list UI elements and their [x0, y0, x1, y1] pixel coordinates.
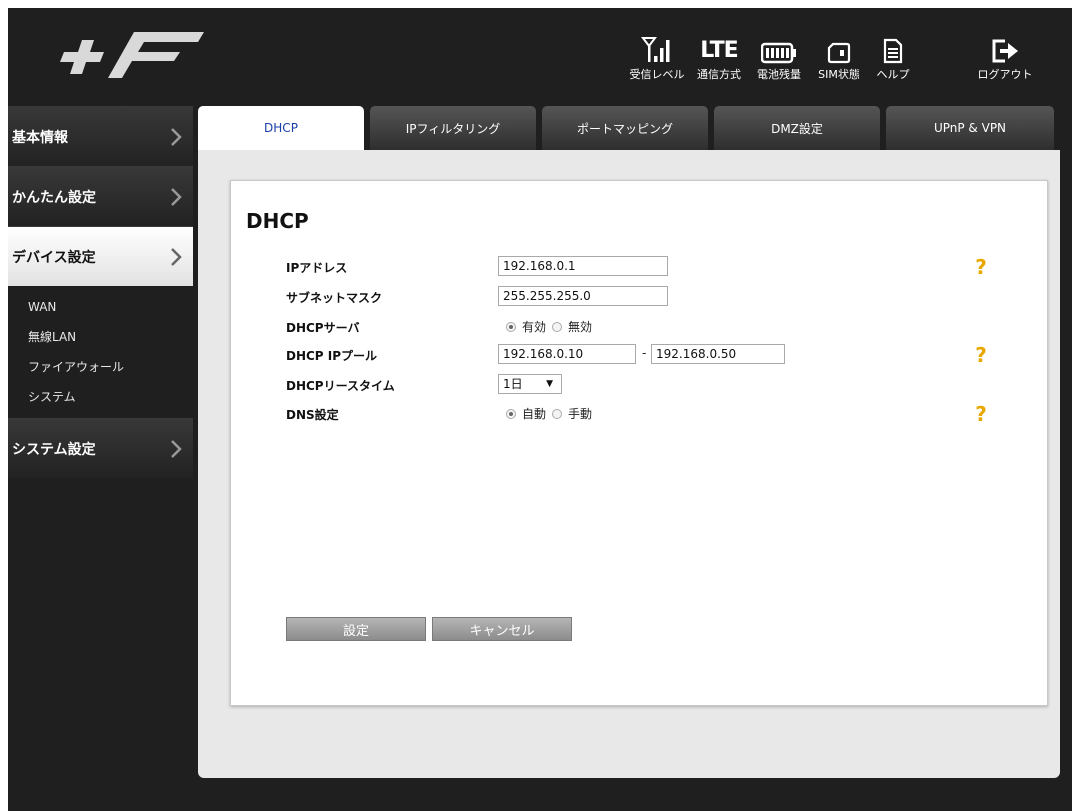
chevron-right-icon — [171, 188, 182, 206]
tab-ip-filtering[interactable]: IPフィルタリング — [370, 106, 536, 150]
signal-label: 受信レベル — [629, 68, 685, 81]
submenu-item-wan[interactable]: WAN — [28, 292, 193, 322]
chevron-right-icon — [171, 440, 182, 458]
dhcp-disabled-radio[interactable] — [552, 321, 563, 332]
dns-manual-radio[interactable] — [552, 408, 563, 419]
header: 受信レベル LTE 通信方式 電池残量 SIM状態 ヘルプ ログアウト — [8, 8, 1072, 106]
dns-manual-label: 手動 — [568, 407, 593, 421]
dns-settings-label: DNS設定 — [286, 408, 339, 422]
submenu-item-wireless-lan[interactable]: 無線LAN — [28, 322, 193, 352]
sidebar-item-easy-setup[interactable]: かんたん設定 — [8, 166, 193, 226]
chevron-right-icon — [171, 128, 182, 146]
tab-dmz[interactable]: DMZ設定 — [714, 106, 880, 150]
signal-icon — [641, 37, 670, 62]
dhcp-pool-end-input[interactable]: 192.168.0.50 — [651, 344, 785, 364]
dns-radio-group: 自動 手動 — [506, 405, 592, 422]
logout-label: ログアウト — [977, 68, 1033, 81]
main-panel: DHCP IPフィルタリング ポートマッピング DMZ設定 UPnP & VPN… — [198, 106, 1060, 778]
help-icon[interactable]: ? — [971, 403, 991, 425]
app-frame: 受信レベル LTE 通信方式 電池残量 SIM状態 ヘルプ ログアウト 基本情報… — [8, 8, 1072, 811]
svg-text:?: ? — [975, 403, 987, 425]
lease-time-select[interactable]: 1日 ▼ — [498, 374, 562, 394]
tab-dhcp[interactable]: DHCP — [198, 106, 364, 150]
page-title: DHCP — [246, 209, 309, 233]
subnet-mask-input[interactable]: 255.255.255.0 — [498, 286, 668, 306]
sidebar-item-label: システム設定 — [12, 441, 96, 458]
brand-logo — [60, 32, 204, 78]
dropdown-arrow-icon: ▼ — [546, 379, 553, 389]
sidebar-item-label: 基本情報 — [12, 129, 68, 146]
submenu-item-firewall[interactable]: ファイアウォール — [28, 352, 193, 382]
pool-separator: - — [642, 346, 647, 360]
submenu-item-system[interactable]: システム — [28, 382, 193, 412]
sim-card-icon — [827, 42, 851, 64]
dns-auto-radio[interactable] — [506, 408, 516, 419]
sidebar-item-system-settings[interactable]: システム設定 — [8, 418, 193, 478]
sidebar-item-label: デバイス設定 — [12, 249, 96, 266]
help-menu[interactable]: ヘルプ — [858, 30, 928, 82]
ip-address-label: IPアドレス — [286, 261, 348, 275]
tab-bar: DHCP IPフィルタリング ポートマッピング DMZ設定 UPnP & VPN — [198, 106, 1060, 150]
ip-address-input[interactable]: 192.168.0.1 — [498, 256, 668, 276]
svg-text:?: ? — [975, 256, 987, 278]
lease-time-label: DHCPリースタイム — [286, 379, 395, 393]
help-icon[interactable]: ? — [971, 344, 991, 366]
tab-upnp-vpn[interactable]: UPnP & VPN — [886, 106, 1054, 150]
dhcp-enabled-radio[interactable] — [506, 321, 516, 332]
svg-text:?: ? — [975, 344, 987, 366]
signal-status[interactable]: 受信レベル — [622, 30, 692, 82]
dhcp-disabled-label: 無効 — [568, 320, 593, 334]
chevron-right-icon — [171, 248, 182, 266]
dhcp-server-label: DHCPサーバ — [286, 321, 360, 335]
help-document-icon — [883, 38, 903, 64]
logout-button[interactable]: ログアウト — [970, 30, 1040, 82]
help-icon[interactable]: ? — [971, 256, 991, 278]
sidebar-item-basic-info[interactable]: 基本情報 — [8, 106, 193, 166]
device-settings-submenu: WAN 無線LAN ファイアウォール システム — [8, 286, 193, 418]
dhcp-pool-start-input[interactable]: 192.168.0.10 — [498, 344, 636, 364]
lease-time-value: 1日 — [503, 377, 523, 391]
dhcp-server-radio-group: 有効 無効 — [506, 318, 592, 335]
dns-auto-label: 自動 — [522, 407, 547, 421]
logout-icon — [992, 39, 1018, 63]
subnet-mask-label: サブネットマスク — [286, 291, 383, 305]
sidebar-item-label: かんたん設定 — [12, 189, 96, 206]
lte-icon: LTE — [700, 38, 738, 63]
dhcp-enabled-label: 有効 — [522, 320, 547, 334]
save-button[interactable]: 設定 — [286, 617, 426, 641]
battery-icon — [761, 42, 796, 64]
dhcp-pool-label: DHCP IPプール — [286, 349, 378, 363]
cancel-button[interactable]: キャンセル — [432, 617, 572, 641]
sidebar: 基本情報 かんたん設定 デバイス設定 WAN 無線LAN ファイアウォール シス… — [8, 106, 193, 811]
tab-port-mapping[interactable]: ポートマッピング — [542, 106, 708, 150]
dhcp-settings-card: DHCP IPアドレス 192.168.0.1 ? サブネットマスク 255.2… — [230, 180, 1048, 706]
sidebar-item-device-settings[interactable]: デバイス設定 — [8, 226, 193, 286]
help-label: ヘルプ — [876, 68, 910, 81]
